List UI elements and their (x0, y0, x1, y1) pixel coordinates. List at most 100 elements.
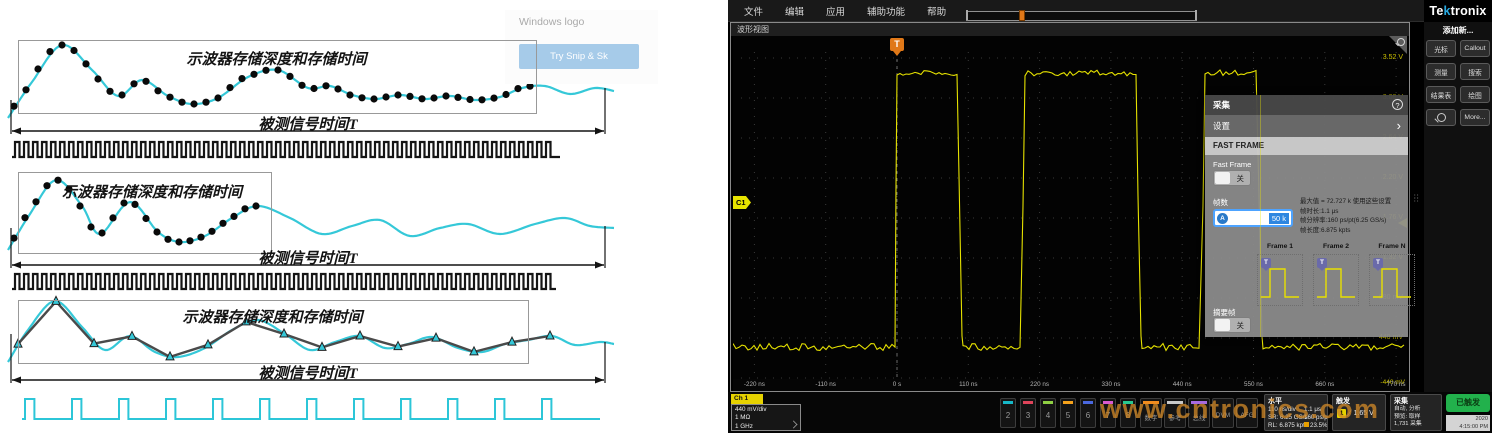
channel-color-strip (1083, 401, 1093, 404)
channel-button-6[interactable]: 6 (1080, 398, 1096, 428)
logo-k: k (1443, 4, 1450, 18)
time-tick: 0 s (880, 381, 914, 388)
channel-button-8[interactable]: 8 (1120, 398, 1136, 428)
channel-button-5[interactable]: 5 (1060, 398, 1076, 428)
channel-button-DVM[interactable]: DVM (1212, 398, 1234, 428)
screenshot-root: Windows logo Try Snip & Sk 示波器存储深度和存储时间 … (0, 0, 1492, 433)
menu-item-3[interactable]: 辅助功能 (867, 4, 905, 18)
channel-button-参考[interactable]: 参考 (1164, 398, 1186, 428)
frame-box: T (1313, 254, 1359, 306)
overview-trigger-marker[interactable] (1019, 10, 1025, 21)
settings-row[interactable]: 设置 (1205, 115, 1408, 137)
trigger-flag-icon[interactable]: T (890, 38, 904, 51)
horizontal-title: 水平 (1265, 395, 1327, 406)
channel-color-strip (1063, 401, 1073, 404)
fastframe-info-line: 最大值 = 72.727 k 使用这些设置 (1300, 197, 1391, 207)
frame-box: T (1369, 254, 1415, 306)
channel-color-strip (1143, 401, 1159, 404)
datetime-line: 4:15:00 PM (1446, 424, 1488, 432)
channel-button-7[interactable]: 7 (1100, 398, 1116, 428)
triggered-status-button[interactable]: 已触发 (1446, 394, 1490, 412)
horizontal-cell: SR: 6.25 GS/s (1268, 414, 1304, 422)
waveform-view-tab[interactable]: 波形视图 (731, 23, 1409, 36)
magnifier-icon (1397, 38, 1405, 46)
diagram3-title: 示波器存储深度和存储时间 (18, 306, 527, 327)
horizontal-cell: 110 ns/div (1268, 406, 1304, 414)
channel-color-strip (1043, 401, 1053, 404)
sidebar-button-2[interactable]: 测量 (1426, 63, 1456, 80)
fastframe-info-text: 最大值 = 72.727 k 使用这些设置帧时长:1.1 μs帧分辨率:160 … (1300, 197, 1391, 235)
channel1-badge[interactable]: Ch 1 440 mV/div1 MΩ1 GHz (731, 394, 801, 431)
horizontal-row: SR: 6.25 GS/s160 ps/pt (1265, 414, 1327, 422)
trigger-level-value: 1.65 V (1354, 410, 1374, 417)
diagram3-signal-time-label: 被测信号时间T (10, 362, 606, 383)
overview-right-bracket (1195, 10, 1197, 20)
channel-button-数字[interactable]: 数字 (1140, 398, 1162, 428)
fastframe-info-line: 帧长度:6.875 kpts (1300, 226, 1391, 236)
menu-item-4[interactable]: 帮助 (927, 4, 946, 18)
panel-drag-handle-icon[interactable]: ∷∷ (1414, 196, 1419, 206)
frame-box: T (1257, 254, 1303, 306)
channel-button-label: 8 (1121, 411, 1135, 420)
fastframe-label: Fast Frame (1213, 160, 1251, 169)
frame-count-input[interactable]: A 50 k (1213, 209, 1293, 227)
channel-button-label: 3 (1021, 411, 1035, 420)
trigger-settings-row: 1 ∕ 1.65 V (1333, 406, 1385, 418)
channel-button-AFG[interactable]: AFG (1236, 398, 1258, 428)
acquisition-badge[interactable]: 采集 自动, 分析预览: 取样1,731 采集 (1390, 394, 1442, 431)
logo-text: Te (1429, 4, 1443, 18)
fastframe-info-line: 帧时长:1.1 μs (1300, 207, 1391, 217)
trigger-badge[interactable]: 触发 1 ∕ 1.65 V (1332, 394, 1386, 431)
sidebar-button-1[interactable]: Callout (1460, 40, 1490, 57)
acquisition-panel: 采集 ? 设置 › FAST FRAME Fast Frame 关 帧数 A 5… (1205, 95, 1408, 337)
time-tick: 770 ns (1379, 381, 1413, 388)
channel-button-4[interactable]: 4 (1040, 398, 1056, 428)
time-tick: -110 ns (809, 381, 843, 388)
sidebar-zoom-waveform-icon-button[interactable] (1426, 109, 1456, 126)
channel-color-strip (1123, 401, 1133, 404)
rising-edge-icon: ∕ (1349, 409, 1351, 418)
channel-button-label: AFG (1237, 412, 1257, 419)
datetime-display: 20204:15:00 PM (1446, 415, 1490, 431)
acquisition-title: 采集 (1391, 395, 1441, 406)
tektronix-logo: Tektronix (1424, 0, 1492, 22)
diagram2-signal-time-label: 被测信号时间T (10, 247, 606, 268)
summary-frame-toggle[interactable]: 关 (1213, 317, 1251, 333)
menu-item-0[interactable]: 文件 (744, 4, 763, 18)
channel-button-总线[interactable]: 总线 (1188, 398, 1210, 428)
chevron-right-icon[interactable]: › (1397, 115, 1401, 137)
sidebar-button-5[interactable]: 绘图 (1460, 86, 1490, 103)
menu-item-1[interactable]: 编辑 (785, 4, 804, 18)
fastframe-info-line: 帧分辨率:160 ps/pt(6.25 GS/s) (1300, 216, 1391, 226)
horizontal-overview-bar[interactable] (966, 11, 1197, 21)
sidebar-button-4[interactable]: 结果表 (1426, 86, 1456, 103)
channel-button-label: 总线 (1189, 412, 1209, 422)
help-icon[interactable]: ? (1392, 99, 1403, 110)
datetime-line: 2020 (1446, 416, 1488, 424)
channel-button-label: 2 (1001, 411, 1015, 420)
add-new-label: 添加新... (1424, 25, 1492, 36)
voltage-tick: 3.52 V (1363, 54, 1403, 61)
waveform-ghost-edge (1260, 95, 1261, 337)
channel1-setting-line: 1 MΩ (735, 414, 800, 422)
sidebar-button-grid: 光标Callout测量搜索结果表绘图 More... (1424, 40, 1492, 126)
try-snip-button[interactable]: Try Snip & Sk (519, 44, 639, 69)
sidebar-button-3[interactable]: 搜索 (1460, 63, 1490, 80)
horizontal-badge[interactable]: 水平 110 ns/div1.1 μsSR: 6.25 GS/s160 ps/p… (1264, 394, 1328, 431)
sidebar-button-0[interactable]: 光标 (1426, 40, 1456, 57)
toggle-state-label: 关 (1237, 320, 1245, 331)
frame-name: Frame 2 (1313, 243, 1359, 250)
frame-pulse-icon (1370, 255, 1414, 305)
logo-text-2: tronix (1451, 4, 1487, 18)
frame-count-label: 帧数 (1213, 197, 1228, 208)
channel-button-2[interactable]: 2 (1000, 398, 1016, 428)
menu-item-2[interactable]: 应用 (826, 4, 845, 18)
channel-button-3[interactable]: 3 (1020, 398, 1036, 428)
time-tick: -220 ns (737, 381, 771, 388)
time-tick: 550 ns (1237, 381, 1271, 388)
fastframe-toggle[interactable]: 关 (1213, 170, 1251, 186)
channel-color-strip (1191, 401, 1207, 404)
oscilloscope-app: 文件编辑应用辅助功能帮助 Tektronix 波形视图 T C1 3.52 V3… (728, 0, 1492, 433)
fastframe-section-header[interactable]: FAST FRAME (1205, 137, 1408, 155)
sidebar-button-7[interactable]: More... (1460, 109, 1490, 126)
